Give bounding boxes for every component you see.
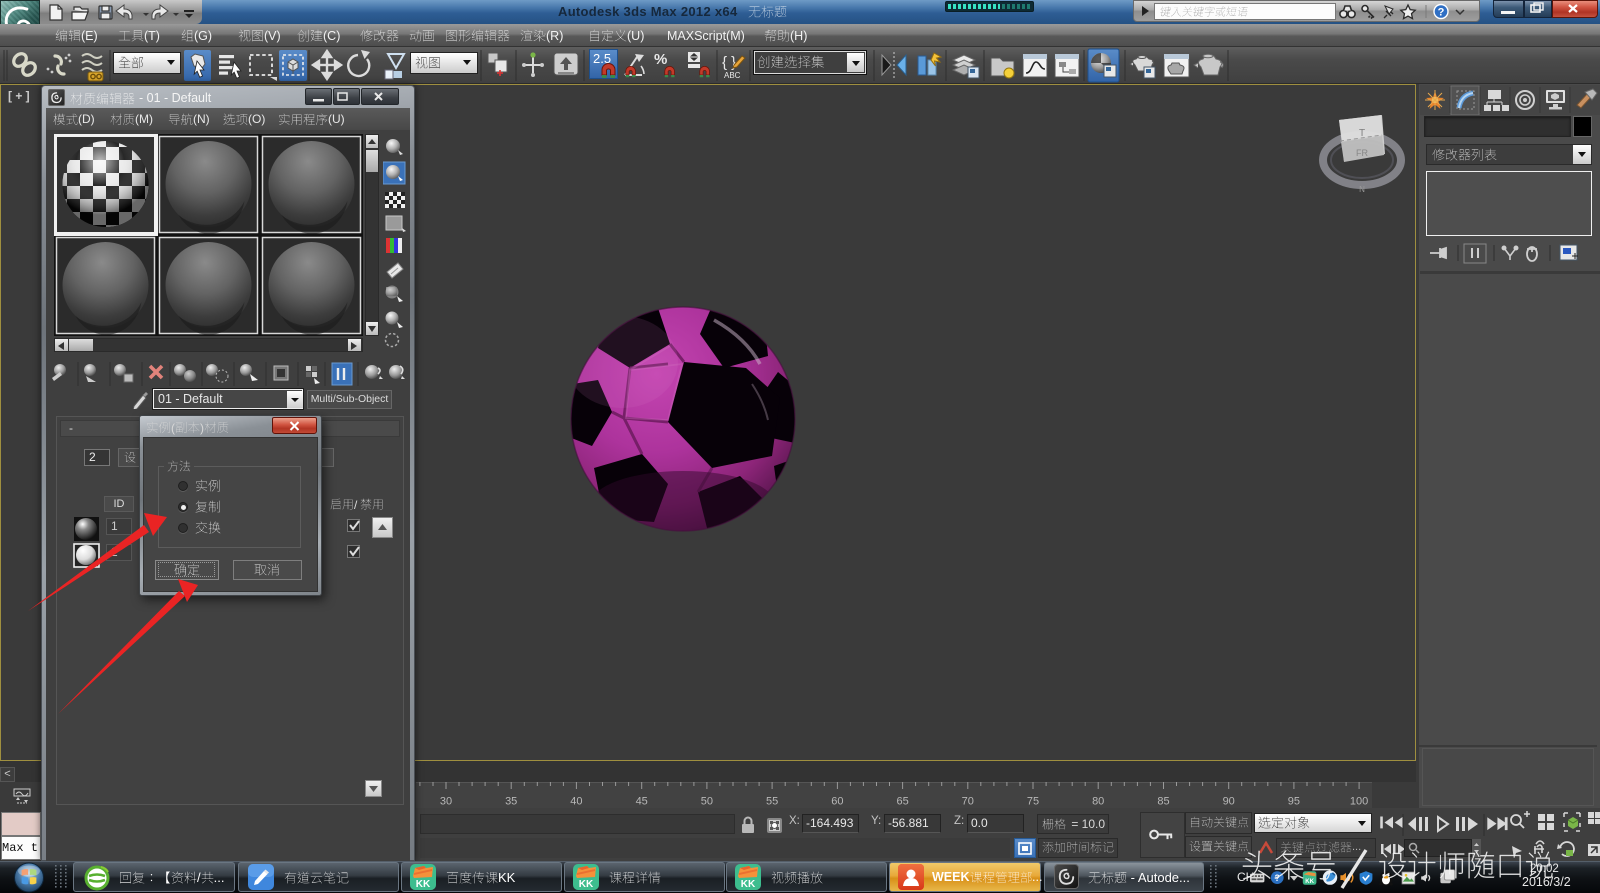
svg-text:75: 75 (1027, 796, 1039, 808)
svg-text:?: ? (1438, 7, 1445, 19)
svg-text:KK: KK (741, 879, 756, 890)
svg-text:FR: FR (1356, 148, 1368, 158)
svg-text:T: T (1359, 128, 1365, 139)
svg-text:%: % (654, 51, 667, 68)
svg-text:100: 100 (1350, 796, 1368, 808)
svg-text:40: 40 (570, 796, 582, 808)
svg-text:35: 35 (505, 796, 517, 808)
svg-text:{ }: { } (722, 54, 736, 71)
svg-text:55: 55 (766, 796, 778, 808)
svg-text:85: 85 (1157, 796, 1169, 808)
svg-text:90: 90 (1223, 796, 1235, 808)
svg-text:N: N (1359, 185, 1365, 194)
svg-text:KK: KK (416, 879, 431, 890)
svg-text:30: 30 (440, 796, 452, 808)
svg-text:45: 45 (636, 796, 648, 808)
svg-text:70: 70 (962, 796, 974, 808)
svg-text:50: 50 (701, 796, 713, 808)
svg-text:95: 95 (1288, 796, 1300, 808)
svg-text:60: 60 (831, 796, 843, 808)
svg-text:ABC: ABC (724, 71, 741, 80)
svg-text:65: 65 (896, 796, 908, 808)
svg-text:80: 80 (1092, 796, 1104, 808)
svg-text:KK: KK (579, 879, 594, 890)
